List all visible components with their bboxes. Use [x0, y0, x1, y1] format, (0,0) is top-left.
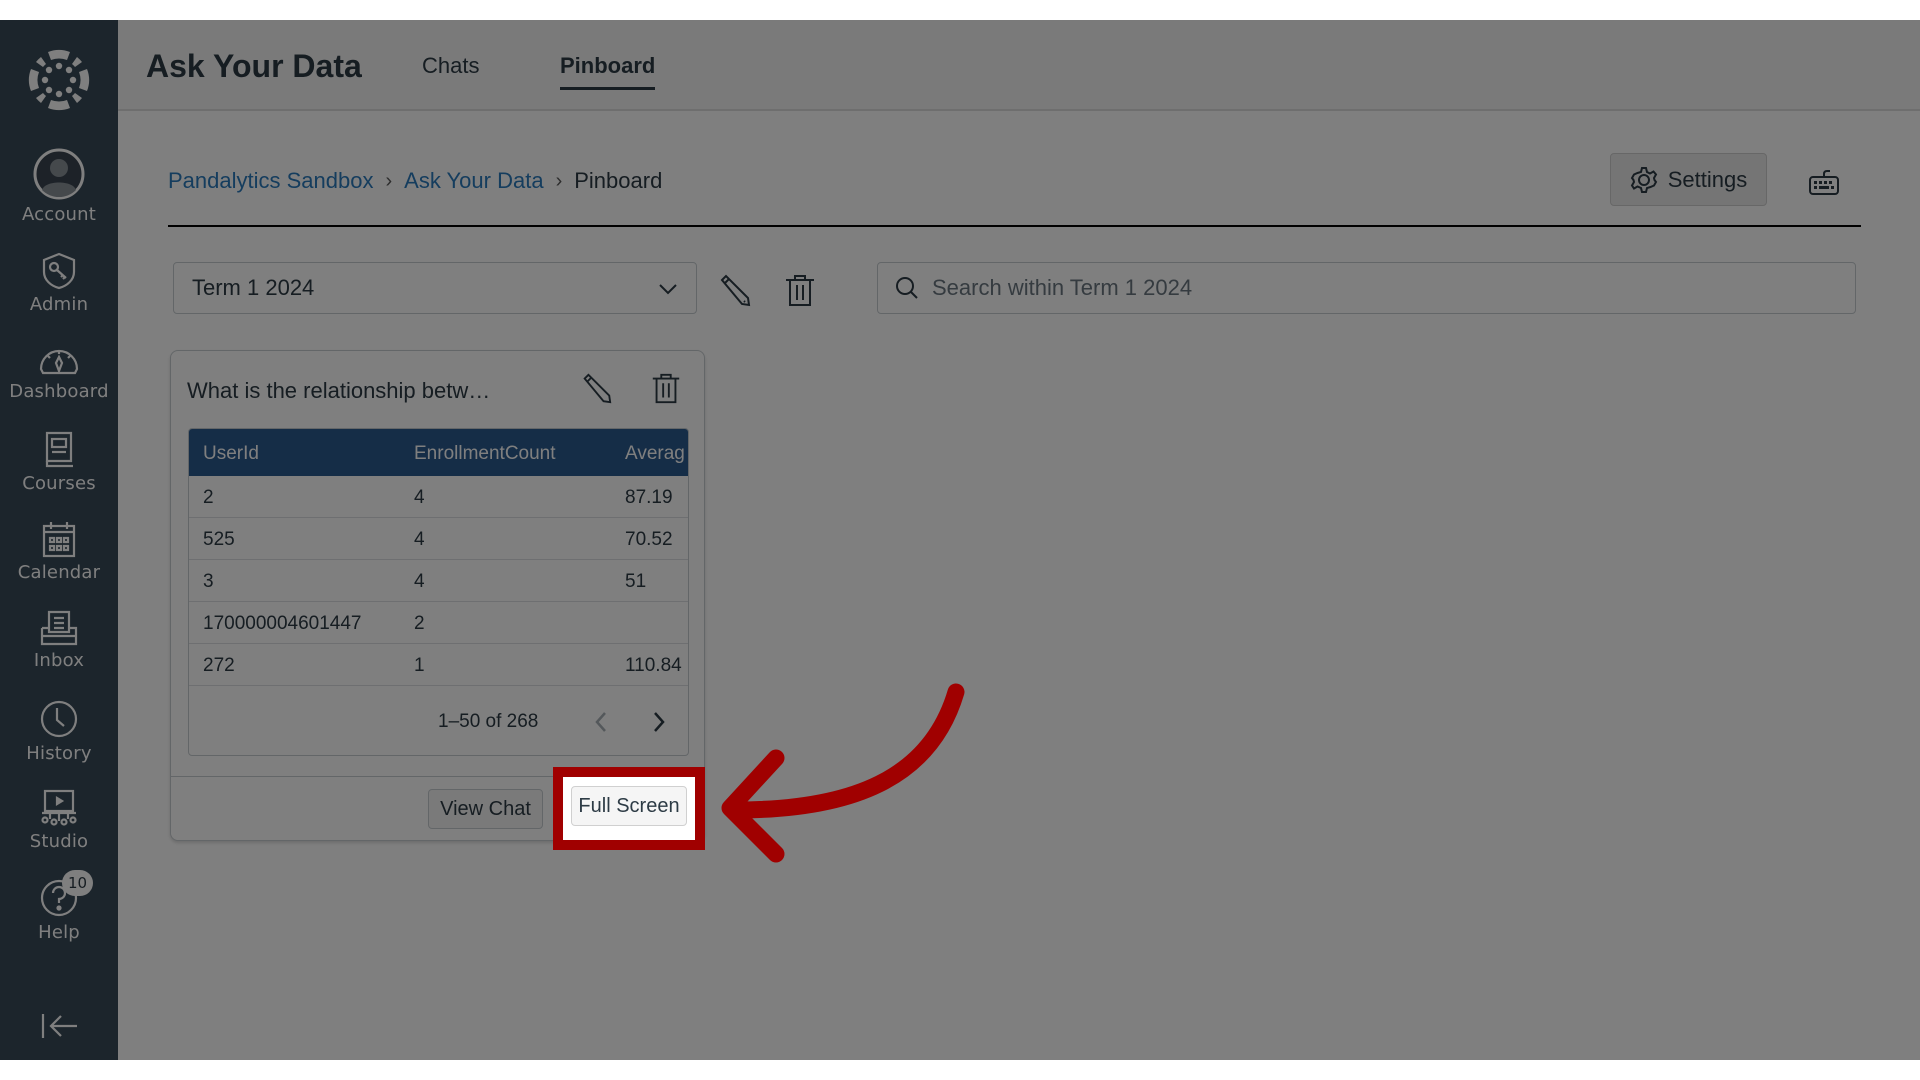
full-screen-button-highlighted[interactable]: Full Screen	[571, 786, 687, 826]
screen: Account Admin Dashboard Courses	[0, 20, 1920, 1060]
highlight-box: Full Screen	[553, 767, 705, 850]
tutorial-dim-overlay	[0, 20, 1920, 1060]
highlight-spotlight: Full Screen	[563, 777, 695, 840]
